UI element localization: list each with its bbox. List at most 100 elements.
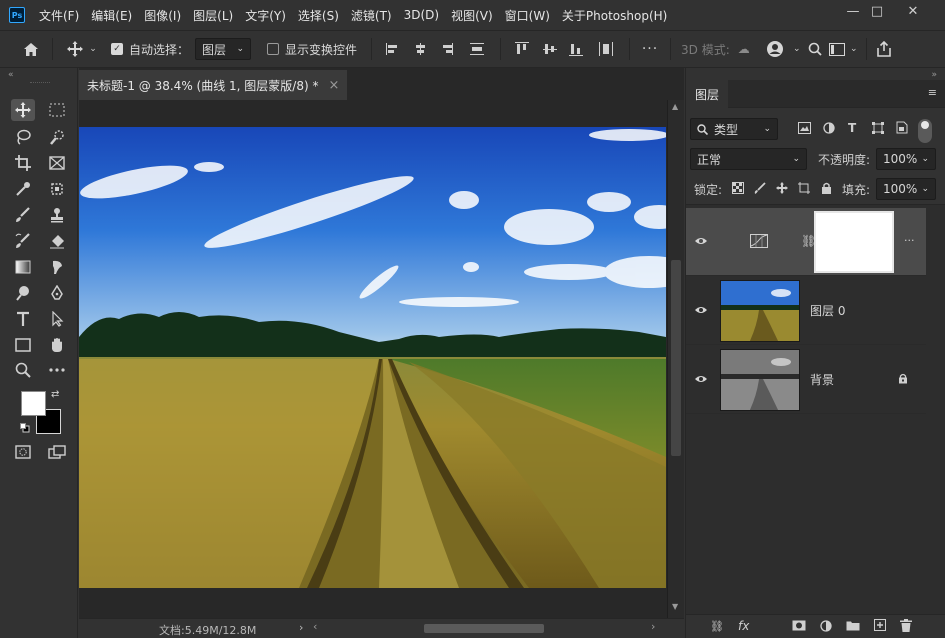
collapse-icon[interactable]: « bbox=[8, 70, 14, 80]
screen-mode-icon[interactable] bbox=[45, 441, 69, 463]
tab-layers[interactable]: 图层 bbox=[686, 80, 728, 108]
visibility-eye-icon[interactable] bbox=[694, 304, 708, 318]
workspace-icon[interactable] bbox=[826, 42, 848, 56]
menu-type[interactable]: 文字(Y) bbox=[245, 7, 286, 24]
show-transform-checkbox[interactable] bbox=[267, 43, 280, 55]
gradient-tool-icon[interactable] bbox=[11, 256, 35, 278]
new-adjustment-layer-icon[interactable] bbox=[820, 620, 832, 632]
filter-shape-icon[interactable] bbox=[872, 122, 884, 134]
canvas-area[interactable] bbox=[79, 100, 667, 618]
align-right-icon[interactable] bbox=[434, 43, 460, 55]
horizontal-scroll-thumb[interactable] bbox=[424, 624, 544, 633]
marquee-tool-icon[interactable] bbox=[45, 99, 69, 121]
filter-adjustment-icon[interactable] bbox=[823, 122, 835, 134]
type-tool-icon[interactable] bbox=[11, 308, 35, 330]
3d-orbit-icon[interactable]: ☁ bbox=[730, 42, 758, 56]
chevron-down-icon[interactable]: ⌄ bbox=[790, 44, 804, 54]
visibility-eye-icon[interactable] bbox=[694, 235, 708, 249]
crop-tool-icon[interactable] bbox=[11, 152, 35, 174]
menu-3d[interactable]: 3D(D) bbox=[404, 8, 439, 22]
menu-help[interactable]: 关于Photoshop(H) bbox=[562, 7, 667, 24]
vertical-scrollbar[interactable]: ▲ ▼ bbox=[667, 100, 684, 618]
pen-tool-icon[interactable] bbox=[45, 282, 69, 304]
layer-thumbnail[interactable] bbox=[720, 280, 800, 342]
align-middle-v-icon[interactable] bbox=[537, 42, 563, 56]
distribute-horizontal-icon[interactable] bbox=[589, 42, 623, 56]
blend-mode-dropdown[interactable]: 正常 ⌄ bbox=[690, 148, 807, 170]
move-tool-icon[interactable] bbox=[11, 99, 35, 121]
swap-colors-icon[interactable]: ⇄ bbox=[51, 389, 59, 400]
panel-menu-icon[interactable]: ≡ bbox=[928, 86, 937, 99]
layer-thumbnail[interactable] bbox=[720, 349, 800, 411]
align-left-icon[interactable] bbox=[378, 43, 408, 55]
lock-transparent-icon[interactable] bbox=[732, 182, 744, 194]
layer-style-fx-icon[interactable]: fx bbox=[738, 619, 749, 633]
search-icon[interactable] bbox=[804, 42, 826, 56]
visibility-eye-icon[interactable] bbox=[694, 373, 708, 387]
user-account-icon[interactable] bbox=[762, 40, 790, 58]
scroll-up-icon[interactable]: ▲ bbox=[672, 102, 678, 111]
menu-window[interactable]: 窗口(W) bbox=[505, 7, 550, 24]
scroll-down-icon[interactable]: ▼ bbox=[672, 602, 678, 611]
canvas-image[interactable] bbox=[79, 127, 666, 588]
layer-row-curves[interactable]: ⛓ ··· bbox=[686, 208, 926, 276]
layer-row-image[interactable]: 图层 0 bbox=[686, 277, 926, 345]
dodge-tool-icon[interactable] bbox=[11, 282, 35, 304]
lock-artboard-icon[interactable] bbox=[798, 182, 810, 194]
lock-pixels-icon[interactable] bbox=[754, 182, 766, 194]
auto-select-target-dropdown[interactable]: 图层 ⌄ bbox=[195, 38, 252, 60]
home-icon[interactable] bbox=[16, 42, 46, 57]
more-options-icon[interactable]: ··· bbox=[636, 41, 664, 57]
menu-file[interactable]: 文件(F) bbox=[39, 7, 79, 24]
history-brush-tool-icon[interactable] bbox=[11, 230, 35, 252]
add-mask-icon[interactable] bbox=[792, 620, 806, 631]
quick-selection-tool-icon[interactable] bbox=[45, 126, 69, 148]
menu-view[interactable]: 视图(V) bbox=[451, 7, 493, 24]
share-icon[interactable] bbox=[873, 41, 895, 57]
close-window-button[interactable]: ✕ bbox=[898, 0, 928, 22]
link-layers-icon[interactable]: ⛓ bbox=[710, 620, 724, 633]
eyedropper-tool-icon[interactable] bbox=[11, 178, 35, 200]
rectangle-tool-icon[interactable] bbox=[11, 334, 35, 356]
foreground-color-swatch[interactable] bbox=[21, 391, 46, 416]
menu-edit[interactable]: 编辑(E) bbox=[91, 7, 132, 24]
layer-row-background[interactable]: 背景 bbox=[686, 346, 926, 414]
more-tools-icon[interactable] bbox=[45, 359, 69, 381]
quick-mask-icon[interactable] bbox=[11, 441, 35, 463]
hand-tool-icon[interactable] bbox=[45, 334, 69, 356]
filter-type-icon[interactable]: T bbox=[848, 121, 856, 135]
vertical-scroll-thumb[interactable] bbox=[671, 260, 681, 456]
collapse-panel-icon[interactable]: » bbox=[931, 70, 937, 80]
fill-field[interactable]: 100% ⌄ bbox=[876, 178, 936, 200]
distribute-vertical-icon[interactable] bbox=[460, 43, 494, 55]
new-layer-icon[interactable] bbox=[874, 619, 886, 631]
layer-name[interactable]: 背景 bbox=[810, 371, 834, 388]
maximize-button[interactable]: □ bbox=[862, 0, 892, 22]
scroll-right-icon[interactable]: › bbox=[651, 620, 655, 633]
menu-filter[interactable]: 滤镜(T) bbox=[351, 7, 392, 24]
chevron-down-icon[interactable]: ⌄ bbox=[848, 44, 860, 54]
zoom-tool-icon[interactable] bbox=[11, 359, 35, 381]
menu-image[interactable]: 图像(I) bbox=[144, 7, 181, 24]
smudge-tool-icon[interactable] bbox=[45, 256, 69, 278]
auto-select-checkbox[interactable]: ✓ bbox=[111, 43, 123, 55]
menu-layer[interactable]: 图层(L) bbox=[193, 7, 233, 24]
layer-options-icon[interactable]: ··· bbox=[904, 234, 915, 247]
document-tab[interactable]: 未标题-1 @ 38.4% (曲线 1, 图层蒙版/8) * × bbox=[79, 70, 347, 100]
filter-toggle[interactable] bbox=[918, 119, 932, 143]
lock-all-icon[interactable] bbox=[821, 182, 832, 194]
lock-position-icon[interactable] bbox=[776, 182, 788, 194]
layer-filter-dropdown[interactable]: 类型 ⌄ bbox=[690, 118, 778, 140]
lasso-tool-icon[interactable] bbox=[11, 126, 35, 148]
delete-layer-icon[interactable] bbox=[900, 619, 912, 632]
filter-smart-object-icon[interactable] bbox=[896, 121, 908, 134]
spot-healing-tool-icon[interactable] bbox=[45, 178, 69, 200]
new-group-icon[interactable] bbox=[846, 620, 860, 631]
tool-preset-chevron-icon[interactable]: ⌄ bbox=[87, 44, 99, 54]
eraser-tool-icon[interactable] bbox=[45, 230, 69, 252]
path-selection-tool-icon[interactable] bbox=[45, 308, 69, 330]
move-tool-icon[interactable] bbox=[63, 41, 87, 57]
close-tab-icon[interactable]: × bbox=[328, 78, 339, 93]
stamp-tool-icon[interactable] bbox=[45, 204, 69, 226]
frame-tool-icon[interactable] bbox=[45, 152, 69, 174]
